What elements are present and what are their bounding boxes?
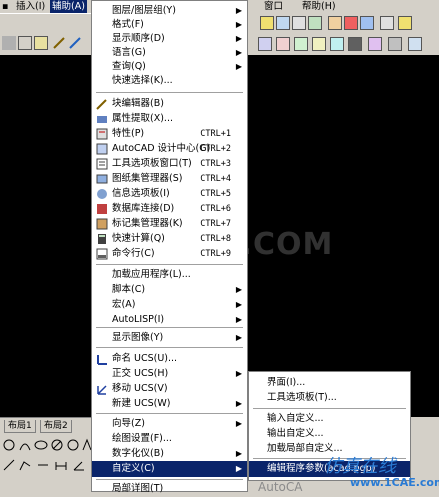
submenu-item-interface[interactable]: 界面(I)... <box>249 375 410 391</box>
render-icon[interactable] <box>388 37 402 51</box>
menubar-window[interactable]: 窗口 <box>262 0 285 13</box>
info-palette-icon <box>96 188 108 200</box>
layout-tabs: 布局1 布局2 <box>0 417 95 435</box>
scissors-icon[interactable] <box>2 36 16 50</box>
help-icon[interactable] <box>408 37 422 51</box>
sheet-set-icon <box>96 173 108 185</box>
markup-icon[interactable] <box>368 37 382 51</box>
menu-item-info-palette[interactable]: 信息选项板(I) CTRL+5 <box>92 186 247 202</box>
palette-icon[interactable] <box>330 37 344 51</box>
menu-item-wizards[interactable]: 向导(Z) ▶ <box>92 416 247 432</box>
arc-icon[interactable] <box>18 438 32 452</box>
markup-set-icon <box>96 218 108 230</box>
rotate-icon[interactable] <box>66 438 80 452</box>
menu-item-drafting-settings[interactable]: 绘图设置(F)... <box>92 431 247 447</box>
attach-icon[interactable] <box>276 37 290 51</box>
lock-icon[interactable] <box>328 16 342 30</box>
flag-icon[interactable] <box>344 16 358 30</box>
menu-item-load-app[interactable]: 加载应用程序(L)... <box>92 267 247 283</box>
menu-separator <box>96 92 243 93</box>
menu-separator <box>96 413 243 414</box>
calculator-icon[interactable] <box>348 37 362 51</box>
menu-separator <box>96 479 243 480</box>
snap-icon[interactable] <box>258 37 272 51</box>
submenu-item-export[interactable]: 输出自定义... <box>249 426 410 442</box>
tab-layout2[interactable]: 布局2 <box>40 420 72 433</box>
print-icon[interactable] <box>380 16 394 30</box>
menu-item-display-image[interactable]: 显示图像(Y) ▶ <box>92 330 247 346</box>
move-ucs-icon <box>96 383 108 395</box>
star-icon[interactable] <box>398 16 412 30</box>
properties-icon <box>96 128 108 140</box>
menu-item-command-line[interactable]: 命令行(C) CTRL+9 <box>92 246 247 262</box>
menu-separator <box>96 264 243 265</box>
menu-item-quick-calc[interactable]: 快速计算(Q) CTRL+8 <box>92 231 247 247</box>
dim-angular-icon[interactable] <box>72 458 86 472</box>
xref-icon[interactable] <box>294 37 308 51</box>
paste-icon[interactable] <box>34 36 48 50</box>
draw-toolbar <box>0 434 95 492</box>
assist-menu: 图层/图层组(Y) ▶ 格式(F) ▶ 显示顺序(D) ▶ 语言(G) ▶ 查询(Q) ▶… <box>91 0 248 494</box>
menubar-help[interactable]: 帮助(H) <box>300 0 338 13</box>
menu-item-autolisp[interactable]: AutoLISP(I) ▶ <box>92 312 247 328</box>
design-center-icon <box>96 143 108 155</box>
menubar-assist[interactable]: 辅助(A) <box>50 0 87 13</box>
pencil-icon[interactable] <box>68 36 82 50</box>
menu-item-detail-view[interactable]: 局部详图(T) <box>92 481 247 497</box>
menu-item-move-ucs[interactable]: 移动 UCS(V) <box>92 381 247 397</box>
database-icon <box>96 203 108 215</box>
circle-icon[interactable] <box>2 438 16 452</box>
menu-item-attribute-extract[interactable]: 属性提取(X)... <box>92 111 247 127</box>
logo-text: 仿真在线 <box>324 456 396 477</box>
tool-palettes-icon <box>96 158 108 170</box>
menu-item-script[interactable]: 脚本(C) ▶ <box>92 282 247 298</box>
brush-icon[interactable] <box>52 36 66 50</box>
logo-url: www.1CAE.com <box>350 476 439 489</box>
menu-item-sheet-set-manager[interactable]: 图纸集管理器(S) CTRL+4 <box>92 171 247 187</box>
menu-item-properties[interactable]: 特性(P) CTRL+1 <box>92 126 247 142</box>
menu-item-quick-select[interactable]: 快速选择(K)... <box>92 73 247 89</box>
menu-item-tool-palettes[interactable]: 工具选项板窗口(T) CTRL+3 <box>92 156 247 172</box>
menubar-insert[interactable]: 插入(I) <box>14 0 47 13</box>
grid-icon[interactable] <box>308 16 322 30</box>
menu-separator <box>96 347 243 348</box>
menu-item-block-editor[interactable]: 块编辑器(B) <box>92 96 247 112</box>
menu-item-tablet[interactable]: 数字化仪(B) ▶ <box>92 446 247 462</box>
command-line-icon <box>96 248 108 260</box>
named-ucs-icon <box>96 353 108 365</box>
toolbar-right <box>248 13 439 55</box>
site-logo: 仿真在线 www.1CAE.com <box>310 452 439 492</box>
attribute-extract-icon <box>96 113 108 125</box>
menubar-file[interactable]: ▪ <box>0 0 10 13</box>
table-icon[interactable] <box>292 16 306 30</box>
submenu-separator <box>253 408 406 409</box>
ellipse-icon[interactable] <box>34 438 48 452</box>
calculator-icon <box>96 233 108 245</box>
copy-icon[interactable] <box>18 36 32 50</box>
window-icon[interactable] <box>360 16 374 30</box>
block-editor-icon <box>96 98 108 110</box>
drawing-area[interactable] <box>0 55 95 417</box>
submenu-item-import[interactable]: 输入自定义... <box>249 411 410 427</box>
tool-icon[interactable] <box>312 37 326 51</box>
menu-item-named-ucs[interactable]: 命名 UCS(U)... <box>92 351 247 367</box>
menu-item-ortho-ucs[interactable]: 正交 UCS(H) ▶ <box>92 366 247 382</box>
hatch-icon[interactable] <box>50 438 64 452</box>
sheet-icon[interactable] <box>276 16 290 30</box>
menu-item-markup-set[interactable]: 标记集管理器(K) CTRL+7 <box>92 216 247 232</box>
menu-item-new-ucs[interactable]: 新建 UCS(W) ▶ <box>92 396 247 412</box>
tab-layout1[interactable]: 布局1 <box>4 420 36 433</box>
menu-separator <box>96 327 243 328</box>
measure-icon[interactable] <box>36 458 50 472</box>
menu-item-macro[interactable]: 宏(A) ▶ <box>92 297 247 313</box>
menu-item-customize[interactable]: 自定义(C) ▶ <box>92 461 247 477</box>
menu-item-db-connect[interactable]: 数据库连接(D) CTRL+6 <box>92 201 247 217</box>
layer-icon[interactable] <box>260 16 274 30</box>
line-icon[interactable] <box>2 458 16 472</box>
polyline-icon[interactable] <box>18 458 32 472</box>
toolbar-left <box>0 13 95 56</box>
dim-linear-icon[interactable] <box>54 458 68 472</box>
menu-item-design-center[interactable]: AutoCAD 设计中心(G) CTRL+2 <box>92 141 247 157</box>
submenu-item-tool-palettes[interactable]: 工具选项板(T)... <box>249 390 410 406</box>
